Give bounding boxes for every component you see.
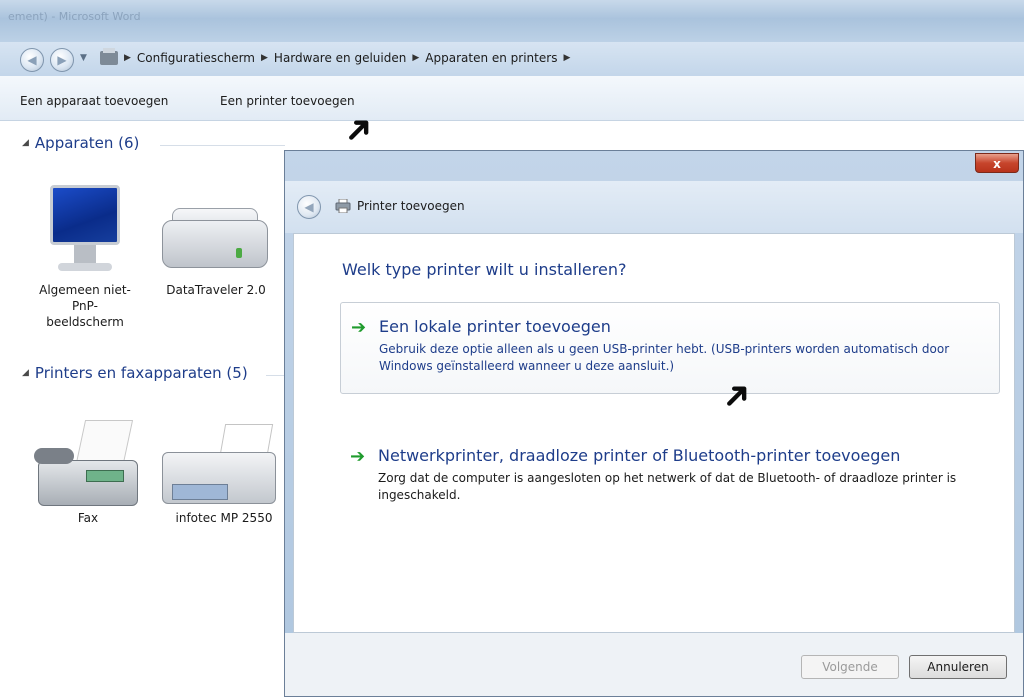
group-header-printers[interactable]: ◢ Printers en faxapparaten (5)	[22, 364, 248, 382]
back-button[interactable]: ◀	[20, 48, 44, 72]
device-label-datatraveler[interactable]: DataTraveler 2.0	[166, 282, 266, 298]
window-title: ement) - Microsoft Word	[8, 10, 141, 23]
monitor-icon[interactable]	[50, 185, 120, 245]
drive-led	[236, 248, 242, 258]
breadcrumb-separator-icon[interactable]: ▶	[261, 53, 268, 63]
breadcrumb-separator-icon[interactable]: ▶	[563, 53, 570, 63]
breadcrumb-item-hardware[interactable]: Hardware en geluiden	[274, 51, 406, 65]
monitor-base	[58, 263, 112, 271]
printer-tray	[172, 484, 228, 500]
usb-drive-icon[interactable]	[162, 220, 268, 268]
window-titlebar: ement) - Microsoft Word	[0, 0, 1024, 42]
dialog-footer: Volgende Annuleren	[285, 633, 1023, 696]
dialog-back-button[interactable]: ◀	[297, 195, 321, 219]
dialog-content: Welk type printer wilt u installeren? ➔ …	[293, 233, 1015, 633]
arrow-left-icon: ◀	[304, 200, 314, 214]
option-network-printer[interactable]: ➔ Netwerkprinter, draadloze printer of B…	[340, 432, 1000, 512]
collapse-triangle-icon[interactable]: ◢	[22, 368, 29, 378]
group-divider	[160, 145, 285, 146]
group-header-devices[interactable]: ◢ Apparaten (6)	[22, 134, 139, 152]
fax-icon[interactable]	[38, 460, 138, 506]
option-description: Gebruik deze optie alleen als u geen USB…	[379, 342, 950, 373]
option-local-printer[interactable]: ➔ Een lokale printer toevoegen Gebruik d…	[340, 302, 1000, 394]
breadcrumb-item-configuratiescherm[interactable]: Configuratiescherm	[137, 51, 255, 65]
arrow-right-icon: ▶	[57, 53, 67, 67]
option-description: Zorg dat de computer is aangesloten op h…	[378, 471, 957, 502]
green-arrow-icon: ➔	[351, 317, 367, 338]
fax-handset	[34, 448, 74, 464]
monitor-stand	[74, 245, 96, 263]
group-title-printers: Printers en faxapparaten (5)	[34, 364, 248, 382]
option-title: Een lokale printer toevoegen	[379, 317, 611, 336]
printer-small-icon	[335, 199, 351, 213]
add-printer-button[interactable]: Een printer toevoegen	[220, 94, 355, 108]
device-label-infotec[interactable]: infotec MP 2550	[164, 510, 284, 526]
group-divider	[266, 375, 286, 376]
dialog-title: Printer toevoegen	[357, 199, 465, 213]
green-arrow-icon: ➔	[350, 446, 366, 467]
next-button[interactable]: Volgende	[801, 655, 899, 679]
dialog-header: ◀ Printer toevoegen	[285, 181, 1023, 233]
control-panel-icon	[100, 48, 118, 65]
breadcrumb: ▶ Configuratiescherm ▶ Hardware en gelui…	[100, 46, 570, 70]
group-title-devices: Apparaten (6)	[34, 134, 140, 152]
forward-button[interactable]: ▶	[50, 48, 74, 72]
breadcrumb-item-devices-printers[interactable]: Apparaten en printers	[425, 51, 557, 65]
add-printer-dialog: x ◀ Printer toevoegen Welk type printer …	[284, 150, 1024, 697]
chevron-down-icon[interactable]: ▼	[80, 53, 87, 63]
option-title: Netwerkprinter, draadloze printer of Blu…	[378, 446, 901, 465]
fax-panel	[86, 470, 124, 482]
collapse-triangle-icon[interactable]: ◢	[22, 138, 29, 148]
breadcrumb-separator-icon[interactable]: ▶	[124, 53, 131, 63]
device-label-monitor[interactable]: Algemeen niet-PnP-beeldscherm	[35, 282, 135, 330]
close-button[interactable]: x	[975, 153, 1019, 173]
cancel-button[interactable]: Annuleren	[909, 655, 1007, 679]
arrow-left-icon: ◀	[27, 53, 37, 67]
device-label-fax[interactable]: Fax	[68, 510, 108, 526]
dialog-question: Welk type printer wilt u installeren?	[342, 260, 627, 279]
command-bar: Een apparaat toevoegen Een printer toevo…	[0, 76, 1024, 121]
add-device-button[interactable]: Een apparaat toevoegen	[20, 94, 168, 108]
breadcrumb-separator-icon[interactable]: ▶	[412, 53, 419, 63]
